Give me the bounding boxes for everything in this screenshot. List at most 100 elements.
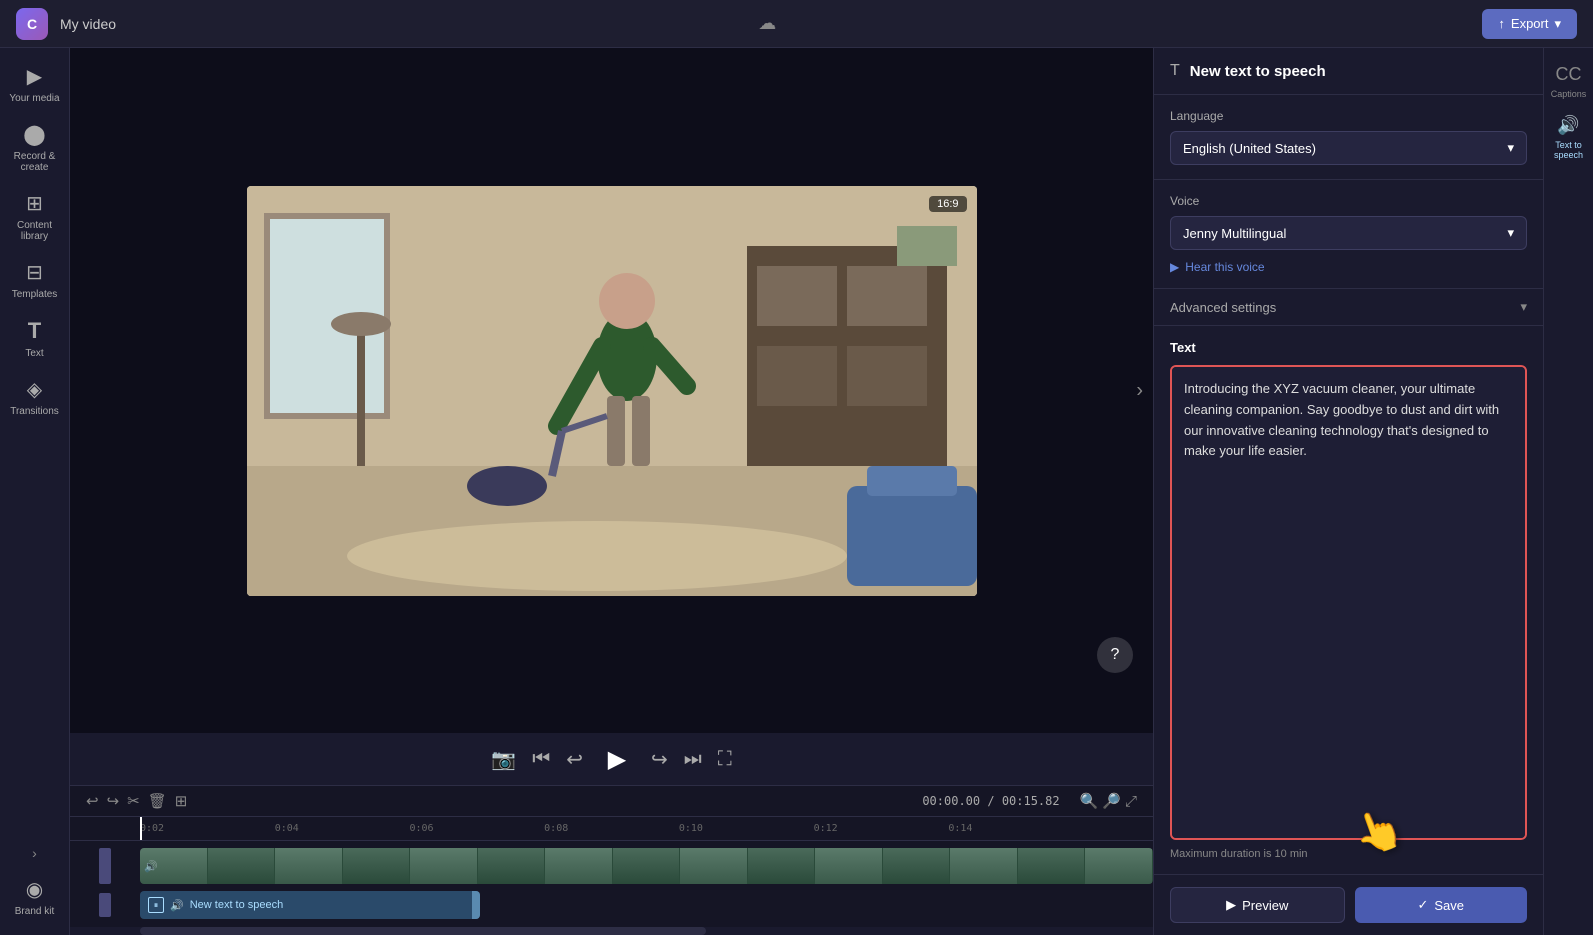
- hear-voice-button[interactable]: ▶ Hear this voice: [1170, 260, 1527, 274]
- help-button[interactable]: ?: [1097, 637, 1133, 673]
- sidebar-label-templates: Templates: [12, 289, 58, 300]
- zoom-out-button[interactable]: 🔍: [1080, 792, 1099, 810]
- strip-frame: [478, 848, 546, 884]
- fast-forward-button[interactable]: ↪: [651, 747, 668, 772]
- voice-label: Voice: [1170, 194, 1527, 208]
- sidebar-label-text: Text: [25, 348, 43, 359]
- video-frame: 16:9: [247, 186, 977, 596]
- advanced-settings-label: Advanced settings: [1170, 300, 1276, 315]
- voice-section: Voice Jenny Multilingual ▾ ▶ Hear this v…: [1154, 180, 1543, 289]
- cloud-sync-icon[interactable]: ☁: [758, 13, 776, 34]
- language-section: Language English (United States) ▾: [1154, 95, 1543, 180]
- sidebar-item-text[interactable]: T Text: [5, 310, 65, 367]
- video-track: 🔊: [70, 845, 1153, 887]
- track-label: [70, 848, 140, 884]
- skip-back-button[interactable]: ⏮: [532, 748, 550, 771]
- delete-button[interactable]: 🗑: [148, 792, 167, 810]
- sidebar-item-templates[interactable]: ⊟ Templates: [5, 252, 65, 308]
- play-circle-icon: ▶: [1170, 260, 1179, 274]
- time-separator: /: [987, 794, 1001, 808]
- timeline-next-arrow[interactable]: ›: [1136, 379, 1143, 402]
- tts-track-block[interactable]: ⏸ 🔊 New text to speech: [140, 891, 480, 919]
- tts-track-label-text: New text to speech: [190, 899, 284, 911]
- language-chevron-icon: ▾: [1507, 140, 1514, 156]
- aspect-ratio-badge: 16:9: [929, 196, 966, 212]
- timeline-area: ↩ ↪ ✂ 🗑 ⊞ 00:00.00 / 00:15.82 🔍 🔎 ⤢: [70, 785, 1153, 935]
- logo-letter: C: [27, 16, 37, 32]
- camera-toggle-button[interactable]: 📷: [491, 747, 516, 772]
- right-panel: T New text to speech Language English (U…: [1153, 48, 1543, 935]
- voice-dropdown[interactable]: Jenny Multilingual ▾: [1170, 216, 1527, 250]
- library-icon: ⊞: [26, 191, 43, 216]
- text-to-speech-item[interactable]: 🔊 Text to speech: [1544, 107, 1593, 168]
- track-handle[interactable]: [99, 848, 111, 884]
- text-section: Text Introducing the XYZ vacuum cleaner,…: [1154, 326, 1543, 874]
- sidebar-item-transitions[interactable]: ◈ Transitions: [5, 369, 65, 425]
- playhead[interactable]: [140, 817, 142, 840]
- advanced-settings-row[interactable]: Advanced settings ▾: [1154, 289, 1543, 326]
- sidebar-item-brand-kit[interactable]: ◉ Brand kit: [5, 869, 65, 925]
- app-logo: C: [16, 8, 48, 40]
- ruler-mark: 0:10: [679, 823, 814, 834]
- expand-sidebar-icon[interactable]: ›: [32, 845, 37, 861]
- zoom-in-button[interactable]: 🔎: [1102, 792, 1121, 810]
- duplicate-button[interactable]: ⊞: [175, 792, 188, 810]
- preview-button[interactable]: ▶ Preview: [1170, 887, 1345, 923]
- undo-button[interactable]: ↩: [86, 792, 99, 810]
- fit-button[interactable]: ⤢: [1125, 792, 1137, 810]
- panel-title: New text to speech: [1190, 63, 1326, 80]
- track-area: 🔊: [70, 841, 1153, 927]
- strip-frame: [1018, 848, 1086, 884]
- skip-forward-button[interactable]: ⏭: [684, 748, 702, 771]
- hear-voice-label: Hear this voice: [1185, 260, 1264, 274]
- text-icon: T: [28, 318, 41, 344]
- sidebar-item-record-create[interactable]: ⬤ Record &create: [5, 114, 65, 181]
- timeline-toolbar: ↩ ↪ ✂ 🗑 ⊞ 00:00.00 / 00:15.82 🔍 🔎 ⤢: [70, 786, 1153, 817]
- redo-button[interactable]: ↪: [107, 792, 120, 810]
- language-dropdown[interactable]: English (United States) ▾: [1170, 131, 1527, 165]
- tts-resize-handle[interactable]: [472, 891, 480, 919]
- sidebar-item-content-library[interactable]: ⊞ Content library: [5, 183, 65, 250]
- panel-header: T New text to speech: [1154, 48, 1543, 95]
- language-value: English (United States): [1183, 141, 1316, 156]
- sidebar-item-your-media[interactable]: ▶ Your media: [5, 56, 65, 112]
- templates-icon: ⊟: [26, 260, 43, 285]
- cut-button[interactable]: ✂: [127, 792, 140, 810]
- rewind-button[interactable]: ↩: [566, 747, 583, 772]
- export-label: Export: [1511, 16, 1549, 31]
- strip-frame: [275, 848, 343, 884]
- transitions-icon: ◈: [27, 377, 42, 402]
- strip-frame: [815, 848, 883, 884]
- fullscreen-button[interactable]: ⛶: [718, 748, 732, 771]
- tts-title-icon: T: [1170, 62, 1180, 80]
- save-label: Save: [1434, 898, 1464, 913]
- left-sidebar: ▶ Your media ⬤ Record &create ⊞ Content …: [0, 48, 70, 935]
- project-title[interactable]: My video: [60, 16, 758, 32]
- current-time: 00:00.00: [922, 794, 980, 808]
- tts-track-label: [70, 893, 140, 917]
- play-pause-button[interactable]: ▶: [599, 741, 635, 777]
- export-button[interactable]: ↑ Export ▾: [1482, 9, 1577, 39]
- timeline-scrollbar[interactable]: [70, 927, 1153, 935]
- strip-frame: [883, 848, 951, 884]
- ruler-mark: 0:02: [140, 823, 275, 834]
- text-input[interactable]: Introducing the XYZ vacuum cleaner, your…: [1172, 367, 1525, 838]
- brand-kit-icon: ◉: [26, 877, 43, 902]
- ruler-mark: 0:06: [409, 823, 544, 834]
- captions-item[interactable]: CC Captions: [1547, 56, 1591, 107]
- text-box-wrapper: Introducing the XYZ vacuum cleaner, your…: [1170, 365, 1527, 840]
- strip-frame: [613, 848, 681, 884]
- tts-pause-button[interactable]: ⏸: [148, 897, 164, 913]
- ruler-marks: 0:02 0:04 0:06 0:08 0:10 0:12 0:14: [140, 823, 1083, 834]
- video-controls: 📷 ⏮ ↩ ▶ ↪ ⏭ ⛶: [70, 733, 1153, 785]
- captions-icon: CC: [1556, 64, 1582, 85]
- max-duration-text: Maximum duration is 10 min: [1170, 848, 1527, 860]
- tts-track-content: ⏸ 🔊 New text to speech: [140, 887, 1153, 923]
- tts-track-handle[interactable]: [99, 893, 111, 917]
- action-buttons: ▶ Preview ✓ Save: [1154, 874, 1543, 935]
- save-button[interactable]: ✓ Save: [1355, 887, 1528, 923]
- video-track-content[interactable]: 🔊: [140, 848, 1153, 884]
- scrollbar-thumb[interactable]: [140, 927, 706, 935]
- record-icon: ⬤: [23, 122, 45, 147]
- scene-svg: [247, 186, 977, 596]
